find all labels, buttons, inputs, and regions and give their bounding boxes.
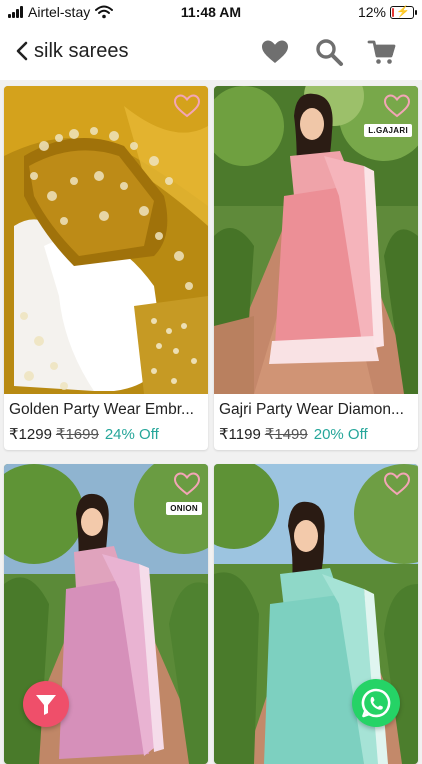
status-bar: Airtel-stay 11:48 AM 12% ⚡	[0, 0, 422, 24]
wishlist-heart-icon[interactable]	[383, 93, 411, 119]
search-icon[interactable]	[313, 36, 345, 68]
selling-price: ₹1299	[9, 426, 52, 443]
battery-group: 12% ⚡	[357, 4, 417, 20]
wishlist-heart-icon[interactable]	[383, 471, 411, 497]
battery-icon: ⚡	[390, 5, 417, 19]
whatsapp-button[interactable]	[352, 679, 400, 727]
product-card[interactable]: L.GAJARI Gajri Party Wear Diamon... ₹119…	[214, 86, 418, 450]
charging-bolt-icon: ⚡	[396, 5, 410, 18]
original-price: ₹1699	[55, 426, 99, 443]
page-title: silk sarees	[34, 40, 129, 62]
filter-icon	[36, 695, 56, 715]
discount-label: 20% Off	[313, 426, 368, 443]
price-row: ₹1299 ₹1699 24% Off	[9, 425, 159, 443]
color-tag: ONION	[166, 502, 202, 515]
heart-icon[interactable]	[259, 36, 291, 68]
battery-percent: 12%	[357, 4, 386, 20]
back-chevron-icon[interactable]	[12, 38, 34, 64]
wishlist-heart-icon[interactable]	[173, 471, 201, 497]
product-name[interactable]: Golden Party Wear Embr...	[9, 401, 205, 419]
product-card[interactable]: Golden Party Wear Embr... ₹1299 ₹1699 24% …	[4, 86, 208, 450]
product-name[interactable]: Gajri Party Wear Diamon...	[219, 401, 415, 419]
whatsapp-icon	[361, 688, 391, 718]
original-price: ₹1499	[264, 426, 308, 443]
battery-level	[392, 7, 394, 17]
cart-icon[interactable]	[366, 36, 398, 68]
discount-label: 24% Off	[104, 426, 159, 443]
wishlist-heart-icon[interactable]	[173, 93, 201, 119]
color-tag: L.GAJARI	[364, 124, 412, 137]
price-row: ₹1199 ₹1499 20% Off	[219, 425, 368, 443]
product-image[interactable]	[4, 86, 208, 394]
selling-price: ₹1199	[219, 426, 261, 443]
app-header: silk sarees	[0, 24, 422, 80]
filter-button[interactable]	[23, 681, 69, 727]
